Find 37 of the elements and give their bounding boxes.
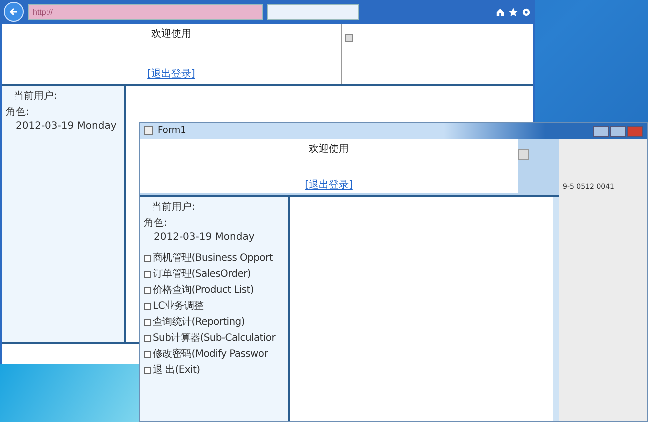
checkbox-icon — [144, 334, 151, 342]
menu-item[interactable]: LC业务调整 — [144, 299, 284, 313]
checkbox-icon — [144, 318, 151, 326]
header-title: 欢迎使用 — [309, 142, 349, 156]
checkbox-icon — [144, 286, 151, 294]
back-button[interactable] — [4, 2, 24, 22]
user-label: 当前用户: — [13, 90, 58, 103]
role-label: 角色: — [6, 106, 30, 119]
menu-item[interactable]: 价格查询(Product List) — [144, 283, 284, 297]
checkbox-icon — [144, 350, 151, 358]
arrow-icon — [9, 7, 19, 17]
date-text: 2012-03-19 Monday — [153, 232, 256, 243]
maximize-button[interactable] — [610, 126, 626, 136]
role-label: 角色: — [144, 217, 168, 230]
scrollbar[interactable] — [553, 197, 559, 421]
checkbox-icon — [144, 302, 151, 310]
checkbox-icon — [144, 254, 151, 262]
logout-link[interactable]: [退出登录] — [148, 67, 196, 81]
header-title: 欢迎使用 — [152, 28, 192, 41]
menu-item[interactable]: 订单管理(SalesOrder) — [144, 267, 284, 281]
home-icon[interactable] — [496, 8, 505, 16]
checkbox-icon — [144, 270, 151, 278]
date-text: 2012-03-19 Monday — [15, 121, 118, 132]
star-icon[interactable] — [509, 8, 518, 16]
minimize-button[interactable] — [593, 126, 609, 136]
menu-item[interactable]: 退 出(Exit) — [144, 363, 284, 377]
window-icon — [144, 126, 154, 136]
user-label: 当前用户: — [151, 200, 196, 214]
window-title: Form1 — [158, 126, 186, 136]
menu-item[interactable]: 查询统计(Reporting) — [144, 315, 284, 329]
menu-item[interactable]: 商机管理(Business Opport — [144, 251, 284, 265]
menu-item[interactable]: Sub计算器(Sub-Calculatior — [144, 331, 284, 345]
image-icon — [345, 34, 353, 42]
settings-icon[interactable] — [522, 8, 531, 16]
logout-link[interactable]: [退出登录] — [305, 178, 353, 192]
checkbox-icon — [144, 366, 151, 374]
menu-item[interactable]: 修改密码(Modify Passwor — [144, 347, 284, 361]
